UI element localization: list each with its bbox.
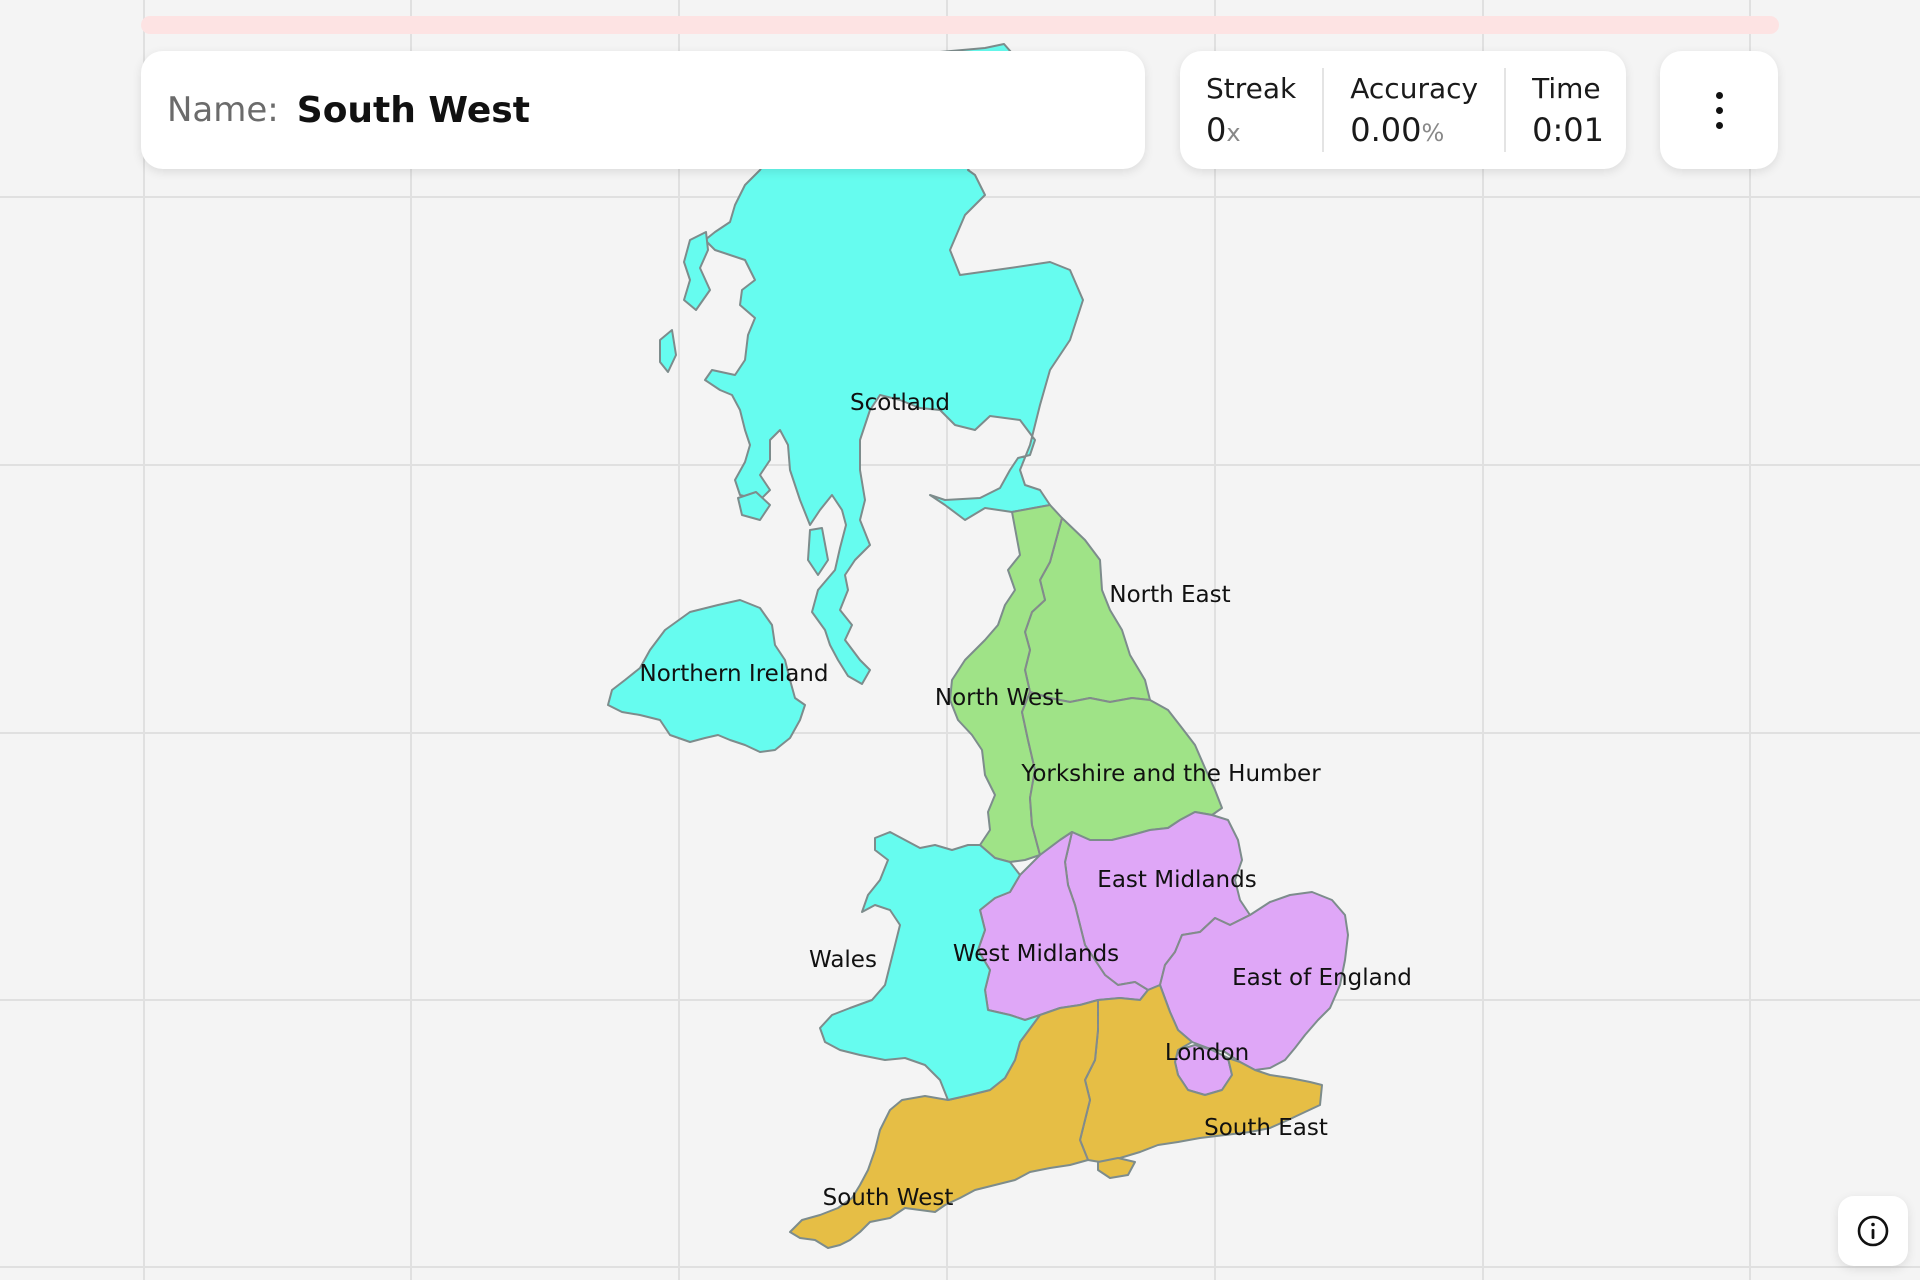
- stat-time-label: Time: [1532, 71, 1601, 105]
- label-wales: Wales: [809, 947, 877, 973]
- map-quiz-stage: Scotland Northern Ireland Wales North Ea…: [0, 0, 1920, 1280]
- label-london: London: [1165, 1040, 1249, 1066]
- kebab-menu-icon: [1715, 91, 1723, 129]
- label-south-west: South West: [823, 1185, 954, 1211]
- stats-card: Streak 0x Accuracy 0.00% Time 0:01: [1180, 51, 1626, 169]
- prompt-target-region: South West: [296, 89, 530, 131]
- progress-bar: [141, 16, 1779, 34]
- info-button[interactable]: [1838, 1196, 1908, 1266]
- prompt-label: Name:: [167, 90, 279, 130]
- uk-regions-map: Scotland Northern Ireland Wales North Ea…: [607, 43, 1412, 1249]
- stat-time-value: 0:01: [1532, 110, 1604, 149]
- stat-accuracy-value: 0.00%: [1350, 111, 1478, 149]
- region-south-east-isle-of-wight[interactable]: [1097, 1157, 1136, 1179]
- stat-streak-unit: x: [1226, 118, 1241, 147]
- label-northern-ireland: Northern Ireland: [640, 661, 829, 687]
- label-east-midlands: East Midlands: [1097, 867, 1256, 893]
- stat-streak: Streak 0x: [1180, 68, 1322, 152]
- stat-streak-number: 0: [1206, 110, 1227, 149]
- info-icon: [1857, 1215, 1889, 1247]
- region-scotland-island[interactable]: [659, 329, 677, 373]
- stat-streak-value: 0x: [1206, 111, 1296, 149]
- prompt-card: Name: South West: [141, 51, 1145, 169]
- stat-streak-label: Streak: [1206, 71, 1297, 105]
- stat-accuracy: Accuracy 0.00%: [1322, 68, 1504, 152]
- label-north-west: North West: [935, 685, 1063, 711]
- label-east-of-england: East of England: [1232, 965, 1412, 991]
- region-scotland-island[interactable]: [683, 231, 711, 311]
- label-west-midlands: West Midlands: [953, 941, 1119, 967]
- region-scotland-island[interactable]: [807, 527, 829, 576]
- label-yorkshire: Yorkshire and the Humber: [1020, 761, 1321, 787]
- label-scotland: Scotland: [850, 390, 950, 416]
- label-south-east: South East: [1204, 1115, 1328, 1141]
- menu-button[interactable]: [1660, 51, 1778, 169]
- stat-accuracy-number: 0.00: [1350, 110, 1422, 149]
- stat-time: Time 0:01: [1504, 68, 1630, 152]
- stat-accuracy-label: Accuracy: [1350, 71, 1479, 105]
- stat-accuracy-unit: %: [1421, 118, 1445, 147]
- label-north-east: North East: [1109, 582, 1230, 608]
